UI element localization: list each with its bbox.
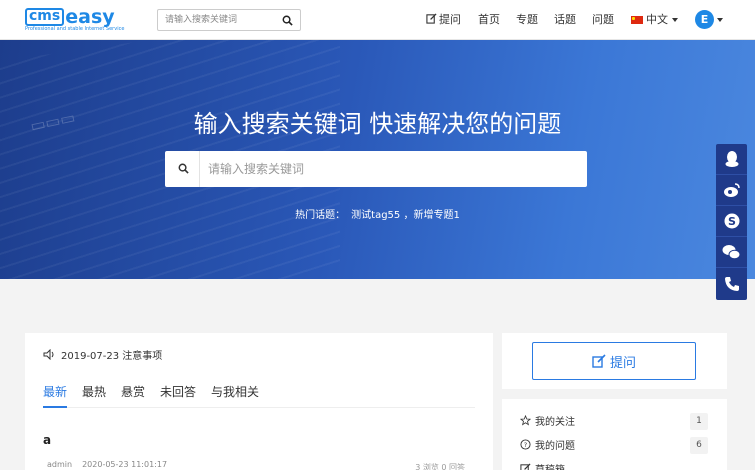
question-date: 2020-05-23 11:01:17 [82,460,168,469]
banner-title: 输入搜索关键词 快速解决您的问题 [193,110,562,138]
banner-search-input[interactable] [208,159,568,179]
ask-question-label: 提问 [609,355,636,371]
announcement[interactable]: 2019-07-23 注意事项 [43,347,162,362]
nav-ask-label: 提问 [439,13,461,26]
questions-count: 6 [690,437,708,454]
chevron-down-icon [672,18,678,22]
wechat-icon [722,245,741,260]
search-icon[interactable] [282,15,293,26]
user-avatar[interactable]: E [695,10,714,29]
link-drafts-label: 草稿箱 [535,461,565,470]
question-meta: admin 2020-05-23 11:01:17 [47,460,167,469]
edit-icon [592,354,606,368]
top-header: cms easy Professional and stable Internet… [0,0,755,40]
announcement-text: 2019-07-23 注意事项 [61,351,163,362]
hero-banner: ▭▭▭ 输入搜索关键词 快速解决您的问题 热门话题：测试tag55 ，新增专题1 [0,40,755,279]
china-flag-icon [631,16,643,24]
question-list-card: 2019-07-23 注意事项 最新 最热 悬赏 未回答 与我相关 a admi… [25,333,493,470]
link-my-questions-label: 我的问题 [535,441,575,452]
qq-icon [725,151,738,167]
tab-latest[interactable]: 最新 [43,384,68,408]
svg-text:?: ? [524,441,527,449]
nav-ask[interactable]: 提问 [426,13,461,27]
qq-button[interactable] [716,144,747,175]
link-my-follows-label: 我的关注 [535,417,575,428]
question-stats: 3 浏览 0 回答 [415,463,465,470]
tab-bounty[interactable]: 悬赏 [121,384,145,400]
question-author[interactable]: admin [47,460,72,469]
nav-home[interactable]: 首页 [478,13,500,27]
skype-button[interactable]: S [716,206,747,237]
header-search [157,9,301,31]
search-icon [178,163,189,174]
weibo-icon [723,183,740,197]
language-switcher[interactable]: 中文 [631,13,678,27]
header-search-input[interactable] [158,10,276,30]
link-drafts[interactable]: 草稿箱 [520,461,565,470]
speaker-icon [43,349,54,360]
follows-count: 1 [690,413,708,430]
skype-icon: S [724,213,739,229]
tab-hot[interactable]: 最热 [82,384,106,400]
nav-tags[interactable]: 话题 [554,13,576,27]
edit-icon [426,13,437,24]
ask-card: 提问 [502,333,727,389]
user-links-card: 我的关注 1 ? 我的问题 6 草稿箱 [502,399,727,470]
question-tabs: 最新 最热 悬赏 未回答 与我相关 [43,384,475,408]
edit-icon [520,463,531,470]
tab-unanswered[interactable]: 未回答 [160,384,196,400]
question-title[interactable]: a [43,433,51,447]
link-my-questions[interactable]: ? 我的问题 [520,437,575,452]
weibo-button[interactable] [716,175,747,206]
nav-topics[interactable]: 专题 [516,13,538,27]
question-circle-icon: ? [520,439,531,450]
nav-questions[interactable]: 问题 [592,13,614,27]
star-icon [520,415,531,426]
logo-text: cms easy [25,8,137,27]
hot-topic-links[interactable]: 测试tag55 ，新增专题1 [351,210,460,221]
phone-button[interactable] [716,268,747,299]
tab-related-to-me[interactable]: 与我相关 [211,384,259,400]
logo[interactable]: cms easy Professional and stable Internet… [25,8,137,32]
language-label: 中文 [646,13,668,26]
banner-search-button[interactable] [165,151,200,187]
hot-topics: 热门话题： 测试tag55 ，新增专题1 [0,206,755,221]
banner-search [165,151,587,187]
svg-text:S: S [728,215,736,228]
ask-question-button[interactable]: 提问 [532,342,696,380]
phone-icon [724,276,739,291]
contact-float-bar: S [716,144,747,300]
avatar-chevron-icon[interactable] [717,18,723,22]
wechat-button[interactable] [716,237,747,268]
link-my-follows[interactable]: 我的关注 [520,413,575,428]
hot-topics-label: 热门话题： [295,210,346,221]
logo-tagline: Professional and stable Internet Service [25,26,125,32]
